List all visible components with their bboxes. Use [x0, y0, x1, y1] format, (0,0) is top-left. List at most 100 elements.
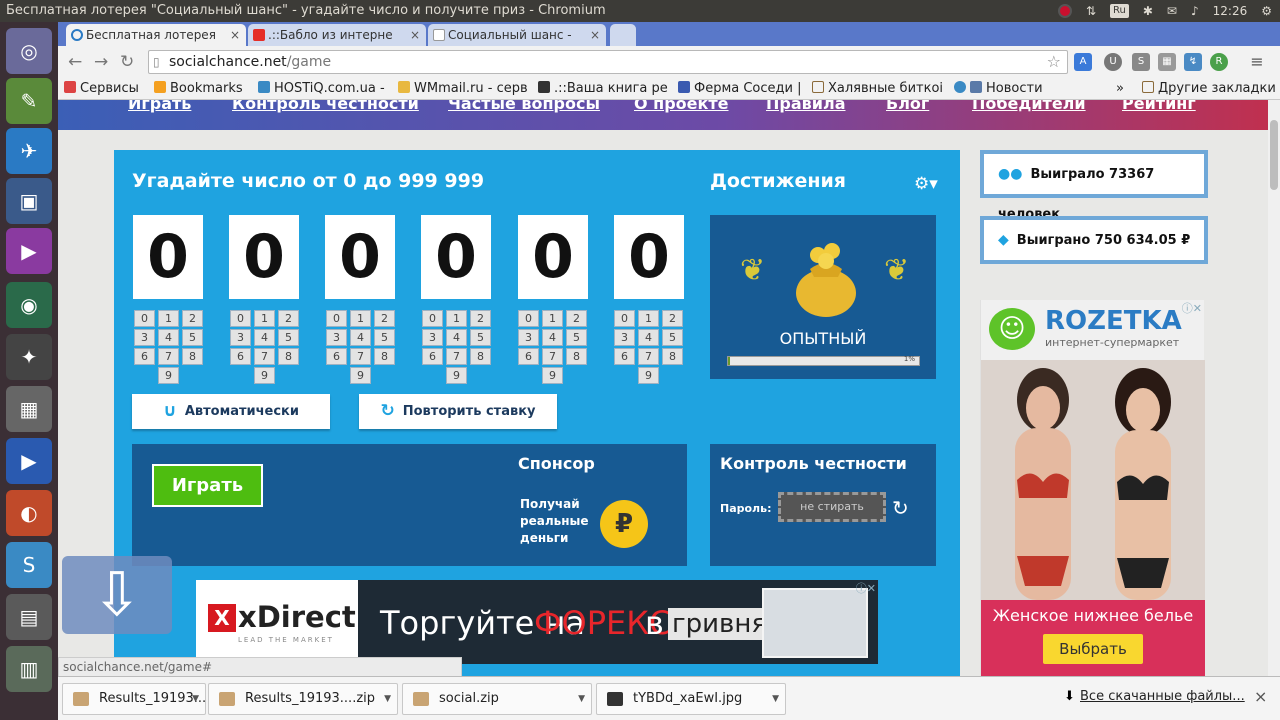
translate-icon[interactable]: A	[1074, 53, 1092, 71]
nav-blog[interactable]: Блог	[886, 100, 929, 113]
keypad-key[interactable]: 3	[230, 329, 251, 346]
trash-icon[interactable]: ▥	[6, 646, 52, 692]
calculator-icon[interactable]: ▦	[6, 386, 52, 432]
keypad-key[interactable]: 7	[638, 348, 659, 365]
media-player-icon[interactable]: ▶	[6, 228, 52, 274]
download-item[interactable]: social.zip ▼	[402, 683, 592, 715]
keypad-key[interactable]: 2	[662, 310, 683, 327]
keypad-key[interactable]: 1	[254, 310, 275, 327]
address-bar[interactable]: ▯ socialchance.net/game ☆	[148, 50, 1068, 74]
bird-app-icon[interactable]: ✈	[6, 128, 52, 174]
nav-winners[interactable]: Победители	[972, 100, 1086, 113]
keypad-key[interactable]: 1	[158, 310, 179, 327]
keypad-key[interactable]: 0	[326, 310, 347, 327]
nav-honesty[interactable]: Контроль честности	[232, 100, 419, 113]
keypad-key[interactable]: 2	[182, 310, 203, 327]
keypad-key[interactable]: 8	[566, 348, 587, 365]
page-scrollbar[interactable]	[1268, 100, 1280, 676]
extension-sync-icon[interactable]: ↯	[1184, 53, 1202, 71]
keypad-key[interactable]: 3	[614, 329, 635, 346]
keypad-key[interactable]: 2	[566, 310, 587, 327]
close-icon[interactable]: ×	[230, 24, 240, 46]
keypad-key[interactable]: 9	[638, 367, 659, 384]
keypad-key[interactable]: 1	[542, 310, 563, 327]
keypad-key[interactable]: 8	[182, 348, 203, 365]
menu-icon[interactable]: ≡	[1248, 53, 1266, 71]
keypad-key[interactable]: 9	[542, 367, 563, 384]
keypad-key[interactable]: 4	[254, 329, 275, 346]
close-icon[interactable]: ×	[590, 24, 600, 46]
bookmark-services[interactable]: Сервисы	[64, 78, 139, 99]
bookmark-wmmail[interactable]: WMmail.ru - серв	[398, 78, 528, 99]
keypad-key[interactable]: 5	[662, 329, 683, 346]
back-arrow-icon[interactable]: ←	[68, 52, 82, 72]
keypad-key[interactable]: 3	[422, 329, 443, 346]
keypad-key[interactable]: 6	[134, 348, 155, 365]
password-field[interactable]: не стирать	[778, 492, 886, 522]
keypad-key[interactable]: 1	[638, 310, 659, 327]
keypad-key[interactable]: 0	[422, 310, 443, 327]
mail-icon[interactable]: ✉	[1167, 0, 1177, 22]
bookmark-star-icon[interactable]: ☆	[1047, 51, 1061, 73]
chromium-icon[interactable]: ◉	[6, 282, 52, 328]
keypad-key[interactable]: 6	[518, 348, 539, 365]
extension-se-icon[interactable]: S	[1132, 53, 1150, 71]
nav-about[interactable]: О проекте	[634, 100, 729, 113]
files-icon[interactable]: ▤	[6, 594, 52, 640]
keypad-key[interactable]: 1	[446, 310, 467, 327]
rozetka-choose-button[interactable]: Выбрать	[1043, 634, 1143, 664]
download-item[interactable]: Results_19193....zip ▼	[208, 683, 398, 715]
repeat-bet-button[interactable]: ↻ Повторить ставку	[359, 394, 557, 429]
nav-faq[interactable]: Частые вопросы	[448, 100, 600, 113]
keypad-key[interactable]: 1	[350, 310, 371, 327]
bookmark-bitcoin[interactable]: Халявные биткоі	[812, 78, 944, 99]
close-icon[interactable]: ×	[1254, 687, 1267, 706]
bookmark-hostiq[interactable]: HOSTiQ.com.ua -	[258, 78, 388, 99]
keypad-key[interactable]: 7	[542, 348, 563, 365]
dropdown-arrow-icon[interactable]: ▼	[192, 684, 199, 714]
bookmarks-more[interactable]: »	[1116, 78, 1124, 99]
keypad-key[interactable]: 5	[278, 329, 299, 346]
keypad-key[interactable]: 5	[566, 329, 587, 346]
auto-button[interactable]: ∪ Автоматически	[132, 394, 330, 429]
forward-arrow-icon[interactable]: →	[94, 52, 108, 72]
keypad-key[interactable]: 7	[350, 348, 371, 365]
download-item[interactable]: tYBDd_xaEwI.jpg ▼	[596, 683, 786, 715]
gear-icon[interactable]: ⚙▾	[914, 174, 938, 194]
close-icon[interactable]: ×	[410, 24, 420, 46]
dropdown-arrow-icon[interactable]: ▼	[772, 684, 779, 714]
inkscape-icon[interactable]: ✦	[6, 334, 52, 380]
skype-icon[interactable]: S	[6, 542, 52, 588]
firefox-icon[interactable]: ◐	[6, 490, 52, 536]
keypad-key[interactable]: 9	[446, 367, 467, 384]
bookmark-news[interactable]: Новости	[954, 78, 1043, 99]
dropdown-arrow-icon[interactable]: ▼	[578, 684, 585, 714]
keypad-key[interactable]: 0	[134, 310, 155, 327]
ad-close-icon[interactable]: ⓘ✕	[856, 580, 876, 596]
ad-close-icon[interactable]: ⓘ✕	[1182, 300, 1202, 316]
keypad-key[interactable]: 7	[158, 348, 179, 365]
keypad-key[interactable]: 4	[542, 329, 563, 346]
rozetka-ad-banner[interactable]: ☺ ROZETKA интернет-супермаркет Женское н…	[980, 300, 1205, 676]
keypad-key[interactable]: 9	[158, 367, 179, 384]
network-icon[interactable]: ⇅	[1086, 0, 1096, 22]
tab-lottery[interactable]: Бесплатная лотерея ×	[66, 24, 246, 46]
keypad-key[interactable]: 8	[278, 348, 299, 365]
keypad-key[interactable]: 2	[374, 310, 395, 327]
keypad-key[interactable]: 4	[158, 329, 179, 346]
keypad-key[interactable]: 6	[614, 348, 635, 365]
keypad-key[interactable]: 5	[374, 329, 395, 346]
text-editor-icon[interactable]: ✎	[6, 78, 52, 124]
tab-social-chance[interactable]: Социальный шанс - ×	[428, 24, 606, 46]
keypad-key[interactable]: 3	[518, 329, 539, 346]
ubuntu-logo-icon[interactable]: ◎	[6, 28, 52, 74]
keyboard-layout[interactable]: Ru	[1110, 4, 1129, 18]
refresh-icon[interactable]: ↻	[892, 496, 909, 520]
keypad-key[interactable]: 6	[326, 348, 347, 365]
nav-rating[interactable]: Рейтинг	[1122, 100, 1196, 113]
keypad-key[interactable]: 8	[662, 348, 683, 365]
keypad-key[interactable]: 6	[422, 348, 443, 365]
keypad-key[interactable]: 4	[350, 329, 371, 346]
bluetooth-icon[interactable]: ✱	[1143, 0, 1153, 22]
extension-u-icon[interactable]: U	[1104, 53, 1122, 71]
